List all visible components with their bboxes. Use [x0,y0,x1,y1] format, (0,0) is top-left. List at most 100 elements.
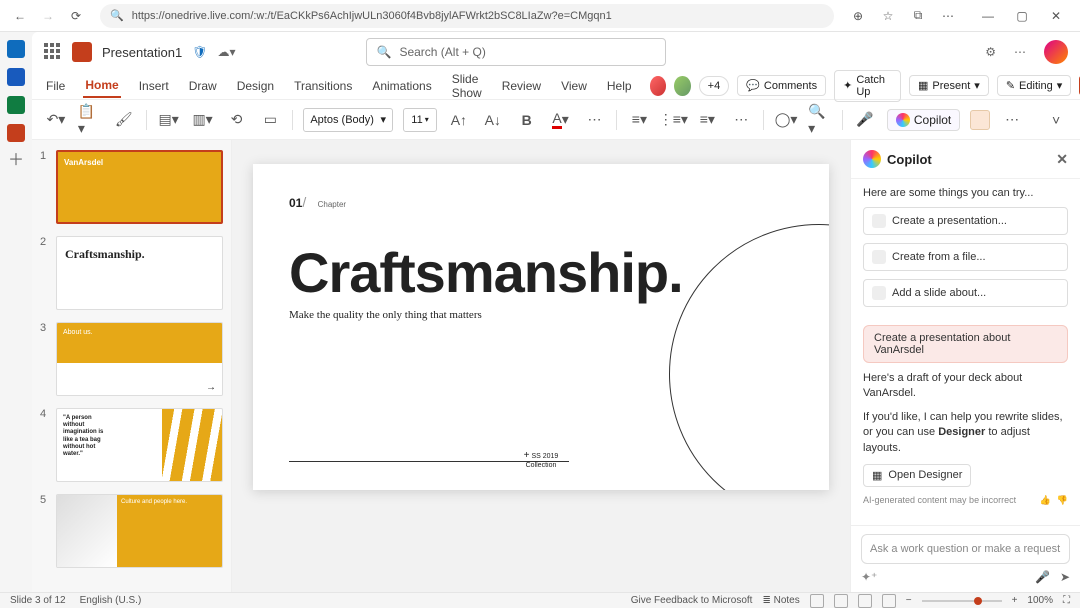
menu-file[interactable]: File [44,75,67,97]
catch-up-button[interactable]: ✦Catch Up [834,70,901,102]
close-icon[interactable]: ✕ [1056,151,1068,168]
normal-view-icon[interactable] [810,594,824,608]
bullets-button[interactable]: ≡▾ [627,108,651,132]
maximize-button[interactable]: ▢ [1006,4,1038,28]
menu-view[interactable]: View [559,75,589,97]
slide-thumb-5[interactable]: Culture and people here. [56,494,223,568]
send-icon[interactable]: ➤ [1060,570,1070,584]
url-bar[interactable]: 🔍 https://onedrive.live.com/:w:/t/EaCKkP… [100,4,834,28]
zoom-level[interactable]: 100% [1027,595,1053,606]
fit-to-window-icon[interactable]: ⛶ [1063,595,1070,606]
menu-home[interactable]: Home [83,74,120,98]
refresh-button[interactable]: ⟳ [64,4,88,28]
menu-slideshow[interactable]: Slide Show [450,68,484,104]
font-size-select[interactable]: 11▾ [403,108,437,132]
font-color-button[interactable]: A▾ [549,108,573,132]
collapse-ribbon-button[interactable]: ˅ [1044,108,1068,132]
dictate-button[interactable]: 🎤 [853,108,877,132]
rail-excel-icon[interactable] [7,96,25,114]
suggestion-create-from-file[interactable]: Create from a file... [863,243,1068,271]
language-indicator[interactable]: English (U.S.) [80,595,142,606]
slide-counter[interactable]: Slide 3 of 12 [10,595,66,606]
presence-avatar-1[interactable] [650,76,667,96]
section-button[interactable]: ▭ [258,108,282,132]
paragraph-more-button[interactable]: ⋯ [729,108,753,132]
undo-button[interactable]: ↶▾ [44,108,68,132]
more-options-icon[interactable]: ⋯ [1014,45,1026,59]
presence-avatar-2[interactable] [674,76,691,96]
browser-more-icon[interactable]: ⋯ [936,4,960,28]
copilot-body[interactable]: Here are some things you can try... Crea… [851,179,1080,525]
align-button[interactable]: ≡▾ [695,108,719,132]
new-slide-button[interactable]: ▤▾ [157,108,181,132]
suggestion-create-presentation[interactable]: Create a presentation... [863,207,1068,235]
read-aloud-icon[interactable]: ⊕ [846,4,870,28]
designer-button[interactable] [970,110,990,130]
menu-draw[interactable]: Draw [187,75,219,97]
bold-button[interactable]: B [515,108,539,132]
rail-outlook-icon[interactable] [7,40,25,58]
slideshow-view-icon[interactable] [882,594,896,608]
menu-review[interactable]: Review [500,75,543,97]
increase-font-button[interactable]: A↑ [447,108,471,132]
thumbs-down-icon[interactable]: 👎 [1057,495,1068,506]
menu-insert[interactable]: Insert [137,75,171,97]
copilot-ribbon-button[interactable]: Copilot [887,109,960,131]
slide-thumb-3[interactable]: About us. [56,322,223,396]
slide-canvas-area[interactable]: 01/ Chapter Craftsmanship. Make the qual… [232,140,850,592]
copilot-input[interactable]: Ask a work question or make a request [861,534,1070,564]
current-slide[interactable]: 01/ Chapter Craftsmanship. Make the qual… [253,164,829,490]
close-button[interactable]: ✕ [1040,4,1072,28]
rail-word-icon[interactable] [7,68,25,86]
reset-button[interactable]: ⟲ [225,108,249,132]
menu-help[interactable]: Help [605,75,634,97]
reading-view-icon[interactable] [858,594,872,608]
presence-more[interactable]: +4 [699,76,730,96]
slide-thumb-2[interactable]: Craftsmanship. [56,236,223,310]
thumbs-up-icon[interactable]: 👍 [1040,495,1051,506]
favorite-icon[interactable]: ☆ [876,4,900,28]
font-family-select[interactable]: Aptos (Body)▾ [303,108,393,132]
search-box[interactable]: 🔍 Search (Alt + Q) [366,38,666,66]
format-painter-button[interactable]: 🖌 [112,108,136,132]
notes-toggle[interactable]: ≣ Notes [762,595,799,606]
comments-button[interactable]: 💬Comments [737,75,826,96]
rail-add-icon[interactable]: ＋ [7,152,25,170]
menu-design[interactable]: Design [235,75,276,97]
numbering-button[interactable]: ⋮≡▾ [661,108,685,132]
slide-thumbnails[interactable]: 1 VanArsdel 2 Craftsmanship. 3 About us.… [32,140,232,592]
zoom-slider[interactable] [922,600,1002,602]
microphone-icon[interactable]: 🎤 [1035,570,1050,584]
forward-button[interactable]: → [36,4,60,28]
app-launcher-icon[interactable] [44,43,62,61]
present-button[interactable]: ▦Present▾ [909,75,989,96]
minimize-button[interactable]: — [972,4,1004,28]
menu-animations[interactable]: Animations [370,75,433,97]
decrease-font-button[interactable]: A↓ [481,108,505,132]
ribbon-more-button[interactable]: ⋯ [1000,108,1024,132]
zoom-out-icon[interactable]: − [906,595,912,606]
user-avatar[interactable] [1044,40,1068,64]
sorter-view-icon[interactable] [834,594,848,608]
privacy-shield-icon[interactable]: 🛡 [192,45,207,59]
open-designer-button[interactable]: ▦ Open Designer [863,464,971,487]
paste-button[interactable]: 📋▾ [78,108,102,132]
zoom-in-icon[interactable]: + [1012,595,1018,606]
shapes-button[interactable]: ◯▾ [774,108,798,132]
rail-powerpoint-icon[interactable] [7,124,25,142]
suggestion-add-slide[interactable]: Add a slide about... [863,279,1068,307]
collections-icon[interactable]: ⧉ [906,4,930,28]
cloud-sync-icon[interactable]: ☁▾ [217,45,235,59]
layout-button[interactable]: ▥▾ [191,108,215,132]
slide-thumb-4[interactable]: "A person without imagination is like a … [56,408,223,482]
settings-gear-icon[interactable]: ⚙ [985,45,996,59]
find-button[interactable]: 🔍▾ [808,108,832,132]
back-button[interactable]: ← [8,4,32,28]
prompt-sparkle-icon[interactable]: ✦⁺ [861,570,877,584]
slide-thumb-1[interactable]: VanArsdel [56,150,223,224]
editing-mode-button[interactable]: ✎Editing▾ [997,75,1071,96]
font-more-button[interactable]: ⋯ [583,108,607,132]
menu-transitions[interactable]: Transitions [292,75,354,97]
feedback-link[interactable]: Give Feedback to Microsoft [631,595,753,606]
document-title[interactable]: Presentation1 [102,45,182,60]
